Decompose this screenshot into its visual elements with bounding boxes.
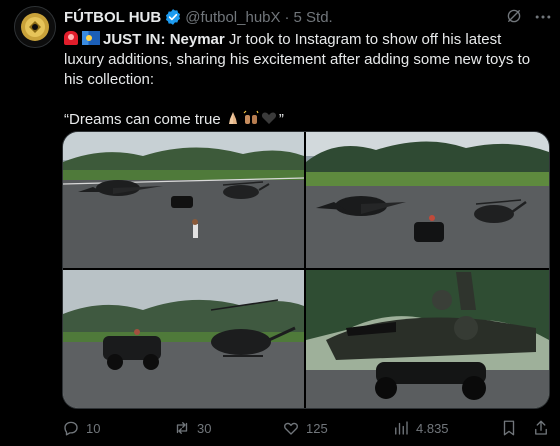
repost-icon <box>176 422 188 434</box>
like-button[interactable]: 125 <box>282 417 328 439</box>
view-count: 4.835 <box>416 420 449 436</box>
photo-batmobile-and-helicopter[interactable] <box>63 270 304 408</box>
brazil-flag-icon <box>82 31 100 45</box>
quote-close: ” <box>278 111 284 128</box>
bookmark-button[interactable] <box>500 417 524 439</box>
like-count: 125 <box>306 420 328 436</box>
avatar[interactable] <box>14 6 56 48</box>
verified-badge-icon <box>166 9 181 25</box>
reply-icon <box>64 421 78 436</box>
futbol-hub-logo-icon <box>15 7 55 47</box>
tweet-quote: “Dreams can come true ” <box>64 110 534 130</box>
neymar-name: Neymar <box>169 31 225 48</box>
tweet-text: JUST IN: Neymar Jr took to Instagram to … <box>64 30 534 130</box>
heart-icon <box>284 422 298 435</box>
photo-jet-and-car-runway[interactable] <box>63 132 304 268</box>
share-icon <box>535 420 547 435</box>
tweet-card[interactable]: FÚTBOL HUB @futbol_hubX · 5 Std. JUST IN… <box>0 0 560 446</box>
black-heart-icon <box>261 112 276 124</box>
media-grid <box>62 131 550 409</box>
timestamp[interactable]: 5 Std. <box>294 9 333 26</box>
repost-button[interactable]: 30 <box>173 417 211 439</box>
photo-jet-heli-batmobile[interactable] <box>306 132 549 268</box>
photo-jet-and-batmobile-closeup[interactable] <box>306 270 549 408</box>
more-icon[interactable] <box>533 7 553 27</box>
reply-button[interactable]: 10 <box>62 417 100 439</box>
separator-dot: · <box>284 8 290 26</box>
share-button[interactable] <box>532 417 556 439</box>
quote-open: “Dreams can come true <box>64 111 221 128</box>
author-name[interactable]: FÚTBOL HUB <box>64 9 161 26</box>
action-bar: 10 30 125 4.835 <box>62 417 548 439</box>
tweet-paragraph: JUST IN: Neymar Jr took to Instagram to … <box>64 30 534 90</box>
just-in-label: JUST IN: <box>103 31 166 48</box>
grok-icon[interactable] <box>505 7 523 25</box>
bookmark-icon <box>503 420 515 436</box>
folded-hands-icon <box>228 112 237 124</box>
tweet-header: FÚTBOL HUB @futbol_hubX · 5 Std. <box>64 7 333 27</box>
reply-count: 10 <box>86 420 101 436</box>
analytics-icon <box>395 421 408 435</box>
raised-hands-icon <box>243 110 259 124</box>
author-handle[interactable]: @futbol_hubX <box>185 9 280 26</box>
views-button[interactable]: 4.835 <box>392 417 449 439</box>
repost-count: 30 <box>197 420 212 436</box>
siren-icon <box>64 31 78 45</box>
